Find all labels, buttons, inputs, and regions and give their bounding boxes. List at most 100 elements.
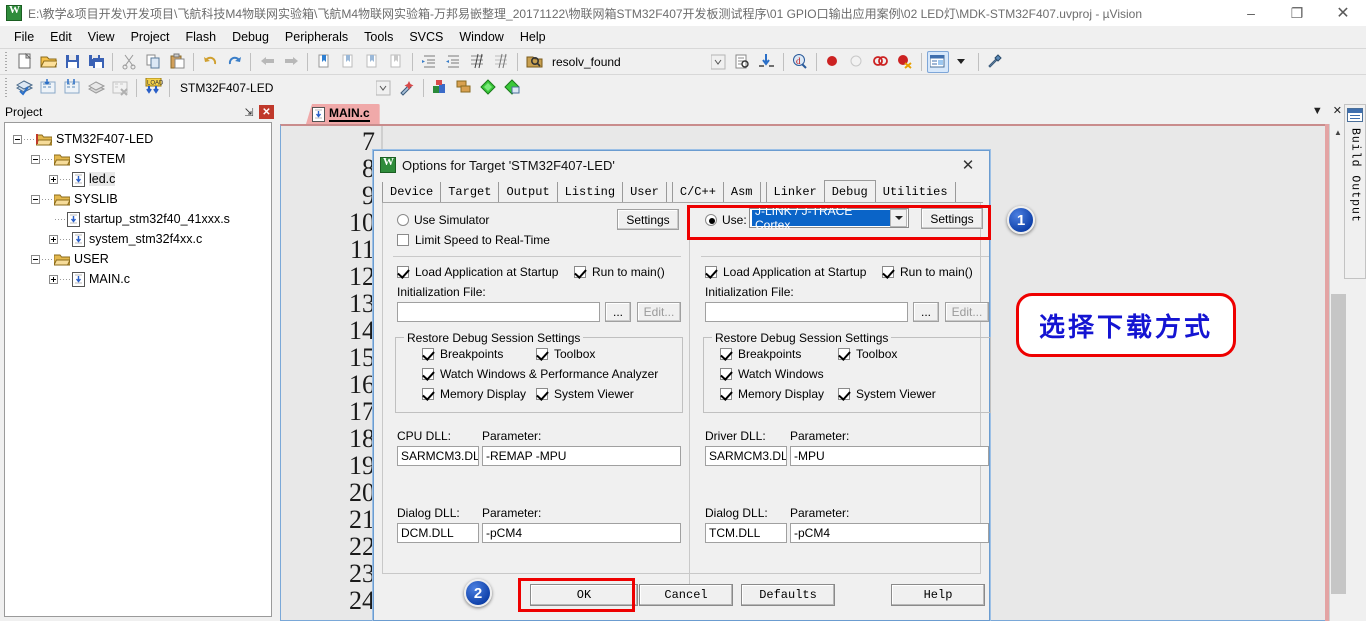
menu-item-svcs[interactable]: SVCS bbox=[401, 28, 451, 46]
dialog-parameter-input-right[interactable]: -pCM4 bbox=[790, 523, 989, 543]
run-to-main-row-left[interactable]: Run to main() bbox=[574, 265, 665, 279]
toolbox-row-left[interactable]: Toolbox bbox=[536, 347, 595, 361]
tab-asm[interactable]: Asm bbox=[722, 182, 761, 202]
chevron-down-icon[interactable] bbox=[890, 209, 907, 227]
menu-item-debug[interactable]: Debug bbox=[224, 28, 277, 46]
redo-icon[interactable] bbox=[223, 51, 245, 73]
toolbar-grip[interactable] bbox=[3, 51, 10, 72]
build-icon[interactable] bbox=[37, 77, 59, 99]
system-viewer-row-right[interactable]: System Viewer bbox=[838, 387, 936, 401]
load-application-checkbox[interactable] bbox=[397, 266, 409, 278]
open-file-icon[interactable] bbox=[37, 51, 59, 73]
tab-debug[interactable]: Debug bbox=[823, 180, 876, 202]
batch-build-icon[interactable] bbox=[85, 77, 107, 99]
navigate-forward-icon[interactable] bbox=[280, 51, 302, 73]
breakpoints-row-right[interactable]: Breakpoints bbox=[720, 347, 801, 361]
toolbar-grip[interactable] bbox=[3, 77, 10, 98]
tab-utilities[interactable]: Utilities bbox=[874, 182, 956, 202]
comment-icon[interactable] bbox=[466, 51, 488, 73]
maximize-button[interactable]: ❐ bbox=[1274, 0, 1320, 26]
menu-item-window[interactable]: Window bbox=[451, 28, 511, 46]
debugger-settings-button[interactable]: Settings bbox=[921, 208, 983, 229]
disable-all-breakpoints-icon[interactable] bbox=[870, 51, 892, 73]
run-to-main-checkbox[interactable] bbox=[574, 266, 586, 278]
pack-installer-icon[interactable] bbox=[477, 77, 499, 99]
tab-linker[interactable]: Linker bbox=[765, 182, 825, 202]
translate-icon[interactable] bbox=[13, 77, 35, 99]
menu-item-view[interactable]: View bbox=[80, 28, 123, 46]
run-to-main-row-right[interactable]: Run to main() bbox=[882, 265, 973, 279]
download-to-flash-icon[interactable]: LOAD bbox=[142, 77, 164, 99]
manage-project-items-icon[interactable] bbox=[429, 77, 451, 99]
project-tree[interactable]: STM32F407-LED SYSTEM led.c SYSLIB startu… bbox=[4, 122, 272, 617]
configuration-wizard-icon[interactable] bbox=[984, 51, 1006, 73]
outdent-icon[interactable] bbox=[442, 51, 464, 73]
disable-breakpoint-icon[interactable] bbox=[846, 51, 868, 73]
minimize-button[interactable]: – bbox=[1228, 0, 1274, 26]
debugger-select[interactable]: J-LINK / J-TRACE Cortex bbox=[749, 204, 909, 232]
watch-windows-row-right[interactable]: Watch Windows bbox=[720, 367, 824, 381]
limit-speed-row[interactable]: Limit Speed to Real-Time bbox=[397, 233, 550, 247]
dialog-dll-input-right[interactable]: TCM.DLL bbox=[705, 523, 787, 543]
toolbox-row-right[interactable]: Toolbox bbox=[838, 347, 897, 361]
manage-multi-project-icon[interactable] bbox=[453, 77, 475, 99]
bookmark-prev-icon[interactable] bbox=[337, 51, 359, 73]
tree-item-file-main[interactable]: MAIN.c bbox=[9, 269, 271, 289]
target-combo-dropdown-icon[interactable] bbox=[372, 77, 394, 99]
find-next-icon[interactable] bbox=[732, 51, 754, 73]
indent-icon[interactable] bbox=[418, 51, 440, 73]
bookmark-next-icon[interactable] bbox=[361, 51, 383, 73]
bookmark-clear-icon[interactable] bbox=[385, 51, 407, 73]
simulator-settings-button[interactable]: Settings bbox=[617, 209, 679, 230]
toolbox-checkbox[interactable] bbox=[838, 348, 850, 360]
watch-windows-row-left[interactable]: Watch Windows & Performance Analyzer bbox=[422, 367, 658, 381]
load-app-row-left[interactable]: Load Application at Startup bbox=[397, 265, 558, 279]
undo-icon[interactable] bbox=[199, 51, 221, 73]
build-output-tab[interactable]: Build Output bbox=[1344, 104, 1366, 279]
system-viewer-row-left[interactable]: System Viewer bbox=[536, 387, 634, 401]
tab-target[interactable]: Target bbox=[440, 182, 500, 202]
tab-list-dropdown-icon[interactable]: ▼ bbox=[1312, 105, 1323, 117]
manage-windows-dropdown-icon[interactable] bbox=[951, 51, 973, 73]
breakpoints-row-left[interactable]: Breakpoints bbox=[422, 347, 503, 361]
debug-inspect-icon[interactable]: d bbox=[789, 51, 811, 73]
driver-dll-input[interactable]: SARMCM3.DLL bbox=[705, 446, 787, 466]
expander-plus-icon[interactable] bbox=[49, 274, 58, 284]
memory-display-row-left[interactable]: Memory Display bbox=[422, 387, 526, 401]
dialog-parameter-input-left[interactable]: -pCM4 bbox=[482, 523, 681, 543]
new-file-icon[interactable] bbox=[13, 51, 35, 73]
menu-item-file[interactable]: File bbox=[6, 28, 42, 46]
stop-build-icon[interactable] bbox=[109, 77, 131, 99]
tree-item-group-syslib[interactable]: SYSLIB bbox=[9, 189, 271, 209]
tree-item-group-user[interactable]: USER bbox=[9, 249, 271, 269]
breakpoints-checkbox[interactable] bbox=[720, 348, 732, 360]
tab-listing[interactable]: Listing bbox=[556, 182, 624, 202]
tab-c-cpp[interactable]: C/C++ bbox=[671, 182, 724, 202]
tab-main-c[interactable]: MAIN.c bbox=[306, 104, 380, 124]
breakpoints-checkbox[interactable] bbox=[422, 348, 434, 360]
cancel-button[interactable]: Cancel bbox=[639, 584, 733, 606]
cpu-dll-input[interactable]: SARMCM3.DLL bbox=[397, 446, 479, 466]
copy-icon[interactable] bbox=[142, 51, 164, 73]
use-debugger-radio[interactable] bbox=[705, 214, 717, 226]
watch-windows-checkbox[interactable] bbox=[422, 368, 434, 380]
defaults-button[interactable]: Defaults bbox=[741, 584, 835, 606]
go-to-definition-icon[interactable] bbox=[756, 51, 778, 73]
expander-plus-icon[interactable] bbox=[49, 174, 58, 184]
browse-init-file-button-right[interactable]: ... bbox=[913, 302, 939, 322]
system-viewer-checkbox[interactable] bbox=[838, 388, 850, 400]
kill-all-breakpoints-icon[interactable] bbox=[894, 51, 916, 73]
run-to-main-checkbox[interactable] bbox=[882, 266, 894, 278]
initialization-file-input-right[interactable] bbox=[705, 302, 908, 322]
limit-speed-checkbox[interactable] bbox=[397, 234, 409, 246]
menu-item-peripherals[interactable]: Peripherals bbox=[277, 28, 356, 46]
load-app-row-right[interactable]: Load Application at Startup bbox=[705, 265, 866, 279]
close-icon[interactable]: ✕ bbox=[259, 105, 274, 119]
tab-device[interactable]: Device bbox=[382, 182, 442, 202]
find-in-files-icon[interactable] bbox=[523, 51, 545, 73]
close-button[interactable]: ✕ bbox=[1320, 0, 1366, 26]
tab-close-icon[interactable]: ✕ bbox=[1333, 104, 1342, 117]
initialization-file-input-left[interactable] bbox=[397, 302, 600, 322]
menu-item-project[interactable]: Project bbox=[123, 28, 178, 46]
insert-breakpoint-icon[interactable] bbox=[822, 51, 844, 73]
